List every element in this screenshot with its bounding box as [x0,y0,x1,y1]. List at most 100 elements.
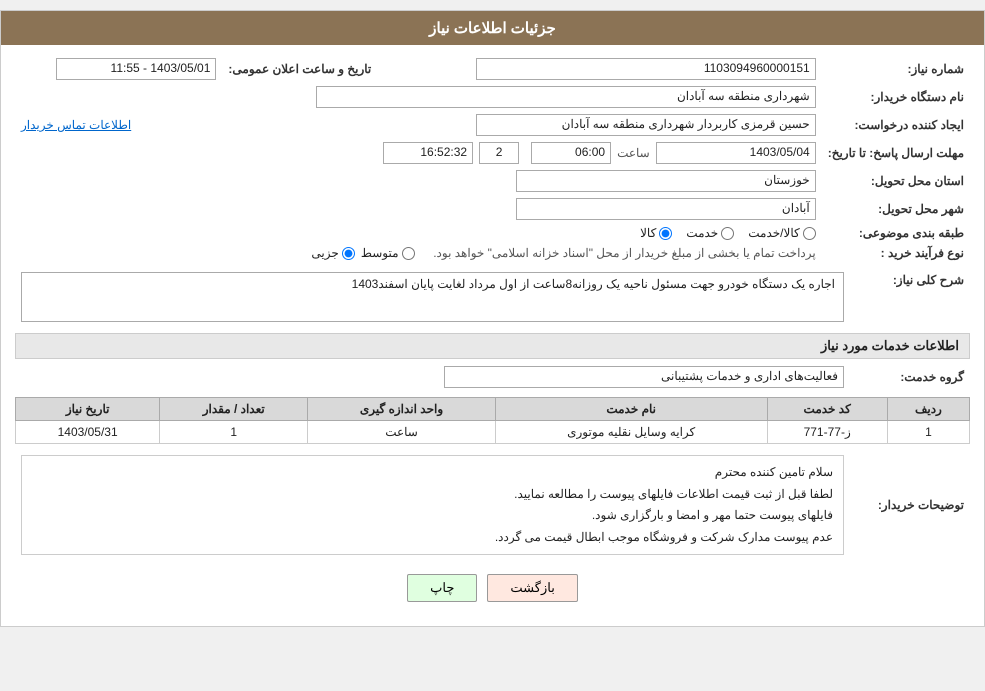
table-row: 1ز-77-771کرایه وسایل نقلیه موتوریساعت114… [16,421,970,444]
row-need-desc: شرح کلی نیاز: اجاره یک دستگاه خودرو جهت … [15,269,970,325]
buyer-notes-table: توضیحات خریدار: سلام تامین کننده محترم ل… [15,452,970,558]
buyer-name-label: نام دستگاه خریدار: [822,83,970,111]
services-table-body: 1ز-77-771کرایه وسایل نقلیه موتوریساعت114… [16,421,970,444]
row-need-number: شماره نیاز: 1103094960000151 تاریخ و ساع… [15,55,970,83]
buyer-note-line2: لطفا قبل از ثبت قیمت اطلاعات فایلهای پیو… [32,484,833,506]
buyer-note-line1: سلام تامین کننده محترم [32,462,833,484]
need-number-label: شماره نیاز: [822,55,970,83]
col-date: تاریخ نیاز [16,398,160,421]
table-cell-date: 1403/05/31 [16,421,160,444]
info-table: شماره نیاز: 1103094960000151 تاریخ و ساع… [15,55,970,263]
service-group-label: گروه خدمت: [850,363,970,391]
services-section-header: اطلاعات خدمات مورد نیاز [15,333,970,359]
city-label: شهر محل تحویل: [822,195,970,223]
row-buyer-name: نام دستگاه خریدار: شهرداری منطقه سه آباد… [15,83,970,111]
category-label-service: خدمت [686,226,718,240]
days-value: 2 [479,142,519,164]
category-option-service[interactable]: خدمت [686,226,734,240]
contact-link[interactable]: اطلاعات تماس خریدار [21,118,131,132]
requester-value-cell: حسین قرمزی کاربردار شهرداری منطقه سه آبا… [377,111,821,139]
table-cell-name: کرایه وسایل نقلیه موتوری [495,421,767,444]
need-desc-value-cell: اجاره یک دستگاه خودرو جهت مسئول ناحیه یک… [15,269,850,325]
row-category: طبقه بندی موضوعی: کالا/خدمت خدمت [15,223,970,243]
services-table: ردیف کد خدمت نام خدمت واحد اندازه گیری ت… [15,397,970,444]
row-city: شهر محل تحویل: آبادان [15,195,970,223]
need-number-value-cell: 1103094960000151 [397,55,821,83]
buyer-note-line4: عدم پیوست مدارک شرکت و فروشگاه موجب ابطا… [32,527,833,549]
province-value-cell: خوزستان [15,167,822,195]
announce-datetime-value: 1403/05/01 - 11:55 [56,58,216,80]
purchase-option-small[interactable]: جزیی [311,246,354,260]
requester-value: حسین قرمزی کاربردار شهرداری منطقه سه آبا… [476,114,816,136]
category-label: طبقه بندی موضوعی: [822,223,970,243]
buyer-note-line3: فایلهای پیوست حتما مهر و امضا و بارگزاری… [32,505,833,527]
purchase-label-small: جزیی [311,246,338,260]
print-button[interactable]: چاپ [407,574,477,602]
need-desc-label: شرح کلی نیاز: [850,269,970,325]
table-cell-qty: 1 [160,421,308,444]
service-group-value: فعالیت‌های اداری و خدمات پشتیبانی [444,366,844,388]
city-value-cell: آبادان [15,195,822,223]
time-label-static: ساعت [617,146,650,160]
deadline-values-cell: 1403/05/04 ساعت 06:00 2 16:52:32 [15,139,822,167]
page-wrapper: جزئیات اطلاعات نیاز شماره نیاز: 11030949… [0,10,985,627]
category-radio-service[interactable] [721,227,734,240]
service-group-table: گروه خدمت: فعالیت‌های اداری و خدمات پشتی… [15,363,970,391]
province-value: خوزستان [516,170,816,192]
contact-link-cell: اطلاعات تماس خریدار [15,111,377,139]
header-title: جزئیات اطلاعات نیاز [429,20,556,37]
table-cell-unit: ساعت [308,421,496,444]
buyer-notes-label: توضیحات خریدار: [850,452,970,558]
category-radio-group: کالا/خدمت خدمت کالا [21,226,816,240]
purchase-label-medium: متوسط [361,246,399,260]
need-number-value: 1103094960000151 [476,58,816,80]
buyer-notes-content-cell: سلام تامین کننده محترم لطفا قبل از ثبت ق… [15,452,850,558]
col-service-name: نام خدمت [495,398,767,421]
service-group-value-cell: فعالیت‌های اداری و خدمات پشتیبانی [15,363,850,391]
purchase-type-cell: پرداخت تمام یا بخشی از مبلغ خریدار از مح… [15,243,822,263]
services-table-head: ردیف کد خدمت نام خدمت واحد اندازه گیری ت… [16,398,970,421]
need-desc-value: اجاره یک دستگاه خودرو جهت مسئول ناحیه یک… [21,272,844,322]
category-option-goods-service[interactable]: کالا/خدمت [748,226,815,240]
row-purchase-type: نوع فرآیند خرید : پرداخت تمام یا بخشی از… [15,243,970,263]
purchase-radio-medium[interactable] [402,247,415,260]
table-cell-row_num: 1 [887,421,969,444]
city-value: آبادان [516,198,816,220]
purchase-radio-small[interactable] [342,247,355,260]
deadline-time: 06:00 [531,142,611,164]
services-table-header-row: ردیف کد خدمت نام خدمت واحد اندازه گیری ت… [16,398,970,421]
category-radio-goods-service[interactable] [803,227,816,240]
col-qty: تعداد / مقدار [160,398,308,421]
col-service-code: کد خدمت [767,398,887,421]
category-label-goods-service: کالا/خدمت [748,226,799,240]
category-option-goods[interactable]: کالا [640,226,672,240]
back-button[interactable]: بازگشت [487,574,577,602]
announce-datetime-value-cell: 1403/05/01 - 11:55 [15,55,222,83]
page-header: جزئیات اطلاعات نیاز [1,11,984,45]
main-content: شماره نیاز: 1103094960000151 تاریخ و ساع… [1,45,984,626]
announce-datetime-label: تاریخ و ساعت اعلان عمومی: [222,55,377,83]
province-label: استان محل تحویل: [822,167,970,195]
row-requester: ایجاد کننده درخواست: حسین قرمزی کاربردار… [15,111,970,139]
table-cell-code: ز-77-771 [767,421,887,444]
row-service-group: گروه خدمت: فعالیت‌های اداری و خدمات پشتی… [15,363,970,391]
category-label-goods: کالا [640,226,656,240]
deadline-date: 1403/05/04 [656,142,816,164]
time-remaining-value: 16:52:32 [383,142,473,164]
need-desc-table: شرح کلی نیاز: اجاره یک دستگاه خودرو جهت … [15,269,970,325]
response-deadline-label: مهلت ارسال پاسخ: تا تاریخ: [822,139,970,167]
col-row-num: ردیف [887,398,969,421]
buyer-name-value: شهرداری منطقه سه آبادان [316,86,816,108]
col-unit: واحد اندازه گیری [308,398,496,421]
category-radio-goods[interactable] [659,227,672,240]
buyer-name-value-cell: شهرداری منطقه سه آبادان [15,83,822,111]
purchase-type-label: نوع فرآیند خرید : [822,243,970,263]
requester-label: ایجاد کننده درخواست: [822,111,970,139]
purchase-notice: پرداخت تمام یا بخشی از مبلغ خریدار از مح… [433,246,816,260]
row-deadline: مهلت ارسال پاسخ: تا تاریخ: 1403/05/04 سا… [15,139,970,167]
row-province: استان محل تحویل: خوزستان [15,167,970,195]
category-options-cell: کالا/خدمت خدمت کالا [15,223,822,243]
row-buyer-notes: توضیحات خریدار: سلام تامین کننده محترم ل… [15,452,970,558]
buyer-notes-box: سلام تامین کننده محترم لطفا قبل از ثبت ق… [21,455,844,555]
purchase-option-medium[interactable]: متوسط [361,246,415,260]
